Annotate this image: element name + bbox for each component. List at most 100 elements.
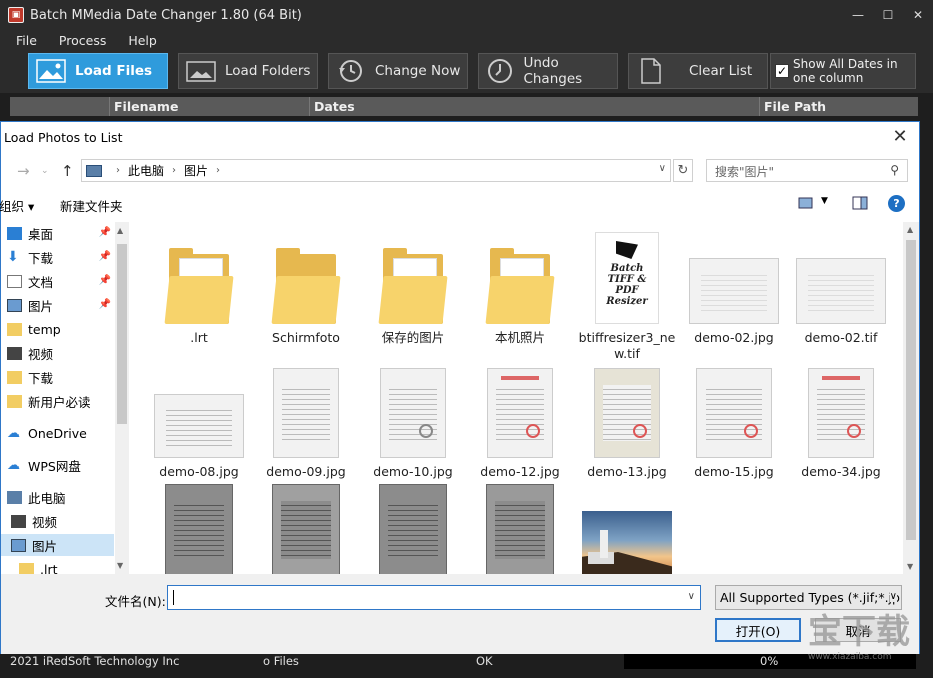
photo-thumbnail — [582, 511, 672, 574]
dialog-title: Load Photos to List — [4, 130, 123, 145]
nav-scroll-thumb[interactable] — [117, 244, 127, 424]
file-item[interactable]: .lrt — [147, 232, 251, 346]
open-button[interactable]: 打开(O) — [715, 618, 801, 642]
nav-scrollbar[interactable]: ▲ ▼ — [115, 222, 129, 574]
menu-process[interactable]: Process — [51, 33, 106, 48]
file-item[interactable]: demo-34.jpg — [789, 366, 893, 480]
breadcrumb-this-pc[interactable]: 此电脑 — [128, 162, 164, 179]
view-options-icon[interactable] — [798, 196, 814, 210]
file-item[interactable]: demo-09.jpg — [254, 366, 358, 480]
image-thumbnail — [808, 368, 874, 458]
image-thumbnail — [272, 484, 340, 574]
app-title: Batch MMedia Date Changer 1.80 (64 Bit) — [30, 7, 302, 23]
app-toolbar: Load Files Load Folders Change Now Undo … — [0, 51, 933, 93]
breadcrumb-pictures[interactable]: 图片 — [184, 162, 208, 179]
nav-item-downloads-folder[interactable]: 下载 — [1, 366, 114, 388]
scroll-down-icon[interactable]: ▼ — [117, 561, 123, 570]
nav-item-this-pc[interactable]: 此电脑 — [1, 486, 114, 508]
organize-menu[interactable]: 组织 ▾ — [0, 196, 34, 215]
back-arrow-icon[interactable]: → — [17, 162, 30, 180]
chevron-down-icon[interactable]: ∨ — [688, 591, 695, 602]
file-item[interactable]: demo-13.jpg — [575, 366, 679, 480]
nav-item-downloads[interactable]: ⬇ 下载 📌 — [1, 246, 114, 268]
minimize-icon[interactable]: — — [843, 0, 873, 30]
show-all-dates-checkbox[interactable]: ✓ Show All Dates in one column — [770, 53, 916, 89]
file-item[interactable]: demo-15.jpg — [682, 366, 786, 480]
scroll-up-icon[interactable]: ▲ — [907, 225, 913, 234]
view-dropdown-icon[interactable]: ▼ — [821, 196, 828, 206]
folder-icon — [19, 562, 34, 574]
column-dates[interactable]: Dates — [314, 99, 355, 114]
file-list-scrollbar[interactable]: ▲ ▼ — [903, 222, 919, 574]
image-thumbnail — [696, 368, 772, 458]
image-thumbnail — [154, 394, 244, 458]
nav-item-desktop[interactable]: 桌面 📌 — [1, 222, 114, 244]
desktop-icon — [7, 226, 22, 240]
video-icon — [7, 346, 22, 360]
menu-file[interactable]: File — [8, 33, 37, 48]
file-type-select[interactable]: All Supported Types (*.jif;*.jp ∨ — [715, 585, 902, 610]
search-input[interactable]: 搜索"图片" ⚲ — [706, 159, 908, 182]
nav-item-new-user[interactable]: 新用户必读 — [1, 390, 114, 412]
load-files-label: Load Files — [75, 63, 153, 79]
nav-item-lrt[interactable]: .lrt — [1, 558, 114, 574]
nav-item-wps-drive[interactable]: ☁ WPS网盘 — [1, 454, 114, 476]
file-item[interactable] — [361, 484, 465, 574]
file-item[interactable] — [147, 484, 251, 574]
load-folders-button[interactable]: Load Folders — [178, 53, 318, 89]
history-dropdown-icon[interactable]: ⌄ — [41, 166, 49, 176]
help-icon[interactable]: ? — [888, 195, 905, 212]
column-filename[interactable]: Filename — [114, 99, 178, 114]
nav-item-temp[interactable]: temp — [1, 318, 114, 340]
file-item[interactable]: demo-08.jpg — [147, 366, 251, 480]
file-item[interactable] — [575, 484, 679, 574]
dialog-close-icon[interactable]: ✕ — [889, 125, 911, 147]
image-thumbnail — [273, 368, 339, 458]
new-folder-button[interactable]: 新建文件夹 — [60, 196, 123, 215]
blank-page-icon — [635, 58, 667, 84]
clear-list-button[interactable]: Clear List — [628, 53, 768, 89]
up-arrow-icon[interactable]: ↑ — [61, 162, 74, 180]
file-item[interactable]: 保存的图片 — [361, 232, 465, 346]
scroll-up-icon[interactable]: ▲ — [117, 226, 123, 235]
file-item[interactable]: demo-02.tif — [789, 232, 893, 346]
undo-changes-button[interactable]: Undo Changes — [478, 53, 618, 89]
undo-clock-icon — [485, 58, 515, 84]
image-thumbnail — [486, 484, 554, 574]
nav-item-pictures-pinned[interactable]: 图片 📌 — [1, 294, 114, 316]
nav-item-onedrive[interactable]: ☁ OneDrive — [1, 422, 114, 444]
nav-item-documents[interactable]: 文档 📌 — [1, 270, 114, 292]
app-logo-icon: ▣ — [8, 7, 24, 23]
change-now-button[interactable]: Change Now — [328, 53, 468, 89]
navigation-pane: 桌面 📌 ⬇ 下载 📌 文档 📌 图片 📌 temp 视频 下载 新用户必读 ☁ OneDr… — [1, 222, 129, 574]
folder-icon — [7, 370, 22, 384]
clock-cycle-icon — [335, 58, 367, 84]
file-item[interactable] — [468, 484, 572, 574]
image-thumbnail — [689, 258, 779, 324]
scroll-down-icon[interactable]: ▼ — [907, 562, 913, 571]
column-file-path[interactable]: File Path — [764, 99, 826, 114]
file-item[interactable]: demo-10.jpg — [361, 366, 465, 480]
nav-item-videos[interactable]: 视频 — [1, 342, 114, 364]
nav-item-pc-videos[interactable]: 视频 — [1, 510, 114, 532]
chevron-down-icon[interactable]: ∨ — [659, 163, 666, 174]
close-window-icon[interactable]: ✕ — [903, 0, 933, 30]
file-item[interactable]: demo-12.jpg — [468, 366, 572, 480]
image-thumbnail — [379, 484, 447, 574]
address-bar[interactable]: › 此电脑 › 图片 › ∨ — [81, 159, 671, 182]
file-item[interactable] — [254, 484, 358, 574]
file-item[interactable]: 本机照片 — [468, 232, 572, 346]
file-item[interactable]: demo-02.jpg — [682, 232, 786, 346]
maximize-icon[interactable]: ☐ — [873, 0, 903, 30]
checkmark-icon: ✓ — [775, 64, 789, 78]
preview-pane-icon[interactable] — [852, 196, 868, 210]
file-scroll-thumb[interactable] — [906, 240, 916, 540]
load-files-button[interactable]: Load Files — [28, 53, 168, 89]
filename-input[interactable]: ∨ — [167, 585, 701, 610]
nav-item-pc-pictures[interactable]: 图片 — [1, 534, 114, 556]
file-item[interactable]: Schirmfoto — [254, 232, 358, 346]
refresh-icon[interactable]: ↻ — [673, 159, 693, 182]
file-item[interactable]: Batch TIFF & PDF Resizer btiffresizer3_n… — [575, 232, 679, 362]
clear-list-label: Clear List — [689, 63, 753, 79]
menu-help[interactable]: Help — [120, 33, 157, 48]
